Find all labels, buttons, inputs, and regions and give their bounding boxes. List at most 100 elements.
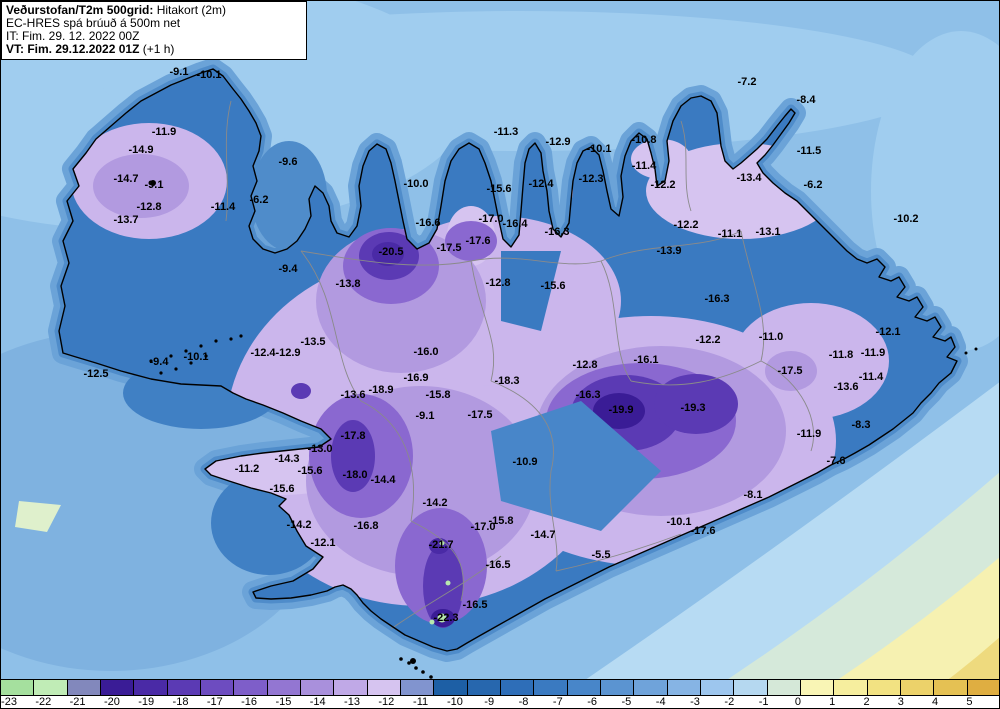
valid-time-main: VT: Fim. 29.12.2022 01Z	[6, 42, 140, 56]
temperature-label: -6.2	[250, 194, 269, 206]
color-scale-cell	[867, 680, 901, 695]
weather-map-frame: -9.1 -10.1 -11.9 -14.9 -14.7 -9.1 -12.8 -11.4 -1…	[0, 0, 1000, 709]
color-scale-cell	[734, 680, 768, 695]
color-scale-cell	[1, 680, 35, 695]
color-scale-cell	[600, 680, 635, 695]
color-scale-tick: 1	[829, 696, 836, 708]
temperature-label: -15.8	[488, 515, 513, 527]
color-scale-tick: -5	[621, 696, 632, 708]
color-scale-cell	[667, 680, 701, 695]
temperature-label: -13.4	[736, 172, 762, 184]
color-scale-cell	[67, 680, 101, 695]
color-scale-cell	[34, 680, 68, 695]
color-scale-tick: 4	[932, 696, 939, 708]
temperature-label: -11.5	[797, 145, 821, 157]
temperature-label: -16.8	[353, 520, 378, 532]
temperature-label: -16.0	[413, 346, 438, 358]
color-scale-cell	[834, 680, 868, 695]
color-scale-tick: -7	[552, 696, 563, 708]
color-scale-tick: -2	[724, 696, 735, 708]
temperature-label: -9.1	[170, 66, 189, 78]
temperature-label: -11.1	[718, 228, 742, 240]
temperature-label: -6.2	[804, 179, 823, 191]
temperature-label: -12.2	[695, 334, 720, 346]
color-scale-tick: -12	[378, 696, 395, 708]
valid-time-offset: (+1 h)	[139, 42, 175, 56]
temperature-label: -13.8	[335, 278, 360, 290]
temperature-map: -9.1 -10.1-11.9-14.9-14.7 -9.1-12.8 -11.4-1…	[1, 1, 999, 708]
temperature-label: -21.7	[428, 539, 453, 551]
temperature-label: -14.2	[286, 519, 311, 531]
color-scale-cell	[767, 680, 801, 695]
temperature-label: -11.8	[829, 349, 853, 361]
temperature-label: -15.6	[540, 280, 565, 292]
temperature-label: -9.4	[279, 263, 299, 275]
temperature-label: -14.4	[370, 474, 396, 486]
temperature-label: -11.9	[861, 347, 885, 359]
color-scale-cell	[900, 680, 935, 695]
temperature-label: -18.3	[494, 375, 519, 387]
color-scale-cell	[934, 680, 968, 695]
temperature-label: -10.9	[512, 456, 537, 468]
map-title-kind: Hitakort (2m)	[153, 3, 227, 17]
temperature-label: -14.9	[128, 144, 153, 156]
color-scale-cell	[334, 680, 368, 695]
temperature-label: -17.5	[436, 242, 461, 254]
temperature-label: -14.7	[113, 173, 138, 185]
temperature-label: -12.3	[578, 173, 603, 185]
color-scale-cell	[967, 680, 999, 695]
temperature-label: -12.9	[275, 347, 300, 359]
temperature-label: -17.6	[690, 525, 715, 537]
temperature-label: -22.3	[433, 612, 458, 624]
color-scale-cell	[700, 680, 735, 695]
temperature-label: -14.3	[274, 453, 299, 465]
color-scale-cell	[234, 680, 268, 695]
temperature-label: -16.3	[704, 293, 729, 305]
temperature-label: -12.8	[572, 359, 597, 371]
temperature-label: -11.4	[632, 160, 657, 172]
temperature-label: -16.3	[575, 389, 600, 401]
temperature-label: -13.6	[340, 389, 365, 401]
color-scale-cell	[567, 680, 601, 695]
color-scale-cell	[467, 680, 501, 695]
color-scale-tick: -14	[309, 696, 326, 708]
color-scale-cell	[434, 680, 468, 695]
color-scale-cell	[167, 680, 201, 695]
temperature-label: -8.1	[744, 489, 763, 501]
temperature-label: -15.6	[269, 483, 294, 495]
color-scale-tick: 2	[863, 696, 870, 708]
temperature-label: -11.9	[152, 126, 176, 138]
color-scale-cell	[100, 680, 135, 695]
temperature-label: -17.5	[467, 409, 492, 421]
temperature-label: -13.7	[113, 214, 138, 226]
temperature-label: -19.9	[608, 404, 633, 416]
temperature-label: -7.2	[738, 76, 757, 88]
temperature-label: -8.3	[852, 419, 871, 431]
temperature-label: -10.1	[666, 516, 691, 528]
temperature-label: -18.0	[342, 469, 367, 481]
color-scale-cell	[134, 680, 168, 695]
temperature-label: -12.9	[545, 136, 570, 148]
temperature-label: -14.7	[530, 529, 555, 541]
temperature-label: -12.2	[650, 179, 675, 191]
temperature-label: -9.6	[279, 156, 298, 168]
temperature-label: -11.3	[494, 126, 518, 138]
map-title-box: Veðurstofan/T2m 500grid: Hitakort (2m) E…	[1, 1, 307, 60]
cold-fleck-2	[445, 580, 451, 586]
color-scale-tick: -20	[103, 696, 120, 708]
temperature-label: -10.0	[403, 178, 428, 190]
color-scale-cell	[200, 680, 235, 695]
temperature-label: -10.8	[631, 134, 656, 146]
temperature-label: -16.9	[403, 372, 428, 384]
temperature-label: -7.6	[827, 455, 846, 467]
color-scale-tick: -21	[69, 696, 86, 708]
temperature-label: -13.1	[755, 226, 780, 238]
temperature-label: -16.6	[415, 217, 440, 229]
temperature-color-scale: -23 -22 -21 -20 -19 -18 -17 -16 -15 -14 -13 -12 -11-…	[1, 679, 999, 708]
temperature-label: -15.6	[486, 183, 511, 195]
temperature-label: -13.5	[300, 336, 325, 348]
map-title-product: Veðurstofan/T2m 500grid:	[6, 3, 154, 17]
temperature-label: -16.5	[462, 599, 487, 611]
temperature-label: -16.4	[502, 218, 528, 230]
color-scale-cell	[367, 680, 401, 695]
